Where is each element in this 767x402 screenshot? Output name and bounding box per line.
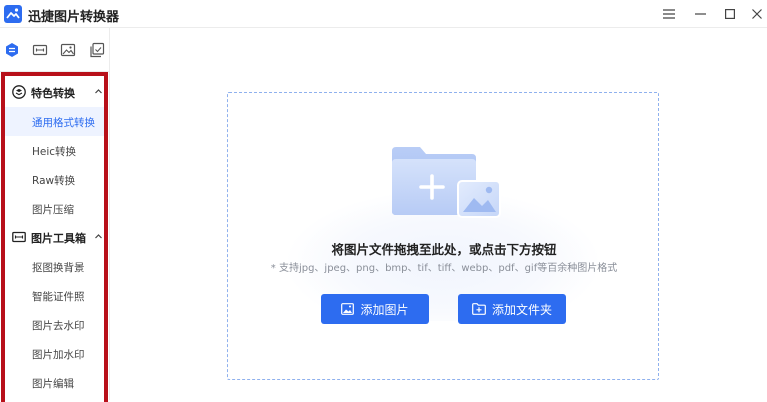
- menu-item-label: 抠图换背景: [32, 262, 85, 274]
- image-icon: [341, 303, 355, 315]
- menu-item-label: 图片加水印: [32, 349, 85, 361]
- menu-item-cutout[interactable]: 抠图换背景: [5, 252, 104, 281]
- app-title: 迅捷图片转换器: [28, 10, 120, 25]
- group-label: 图片工具箱: [31, 232, 86, 245]
- menu-item-compress[interactable]: 图片压缩: [5, 194, 104, 223]
- app-logo-icon: [4, 5, 22, 23]
- menu-item-label: Heic转换: [32, 146, 77, 158]
- close-icon[interactable]: [746, 4, 767, 24]
- tool-tabs: [0, 28, 110, 72]
- title-bar: 迅捷图片转换器: [0, 0, 767, 28]
- menu-item-raw[interactable]: Raw转换: [5, 165, 104, 194]
- add-image-label: 添加图片: [360, 302, 409, 317]
- ruler-icon[interactable]: [32, 42, 48, 58]
- minimize-icon[interactable]: [689, 4, 711, 24]
- add-folder-label: 添加文件夹: [491, 302, 552, 317]
- drop-title: 将图片文件拖拽至此处，或点击下方按钮: [331, 242, 557, 257]
- image-icon[interactable]: [60, 42, 76, 58]
- toolbox-icon: [12, 231, 26, 243]
- menu-item-label: 图片去水印: [32, 320, 85, 332]
- chevron-up-icon: [95, 234, 102, 239]
- menu-item-label: 通用格式转换: [32, 117, 95, 129]
- layers-circle-icon: [12, 85, 26, 99]
- drop-zone[interactable]: 将图片文件拖拽至此处，或点击下方按钮 * 支持jpg、jpeg、png、bmp、…: [227, 92, 659, 380]
- menu-item-heic[interactable]: Heic转换: [5, 136, 104, 165]
- group-special-convert[interactable]: 特色转换: [5, 78, 104, 106]
- menu-item-id-photo[interactable]: 智能证件照: [5, 281, 104, 310]
- supported-formats-hint: * 支持jpg、jpeg、png、bmp、tif、tiff、webp、pdf、g…: [270, 263, 618, 274]
- add-folder-button[interactable]: 添加文件夹: [458, 294, 566, 324]
- menu-item-label: 图片压缩: [32, 204, 74, 216]
- menu-item-add-watermark[interactable]: 图片加水印: [5, 339, 104, 368]
- folder-add-image-icon: [392, 147, 501, 218]
- convert-icon[interactable]: [4, 42, 20, 58]
- maximize-icon[interactable]: [719, 4, 741, 24]
- menu-icon[interactable]: [658, 4, 680, 24]
- folder-plus-icon: [472, 303, 486, 315]
- menu-item-remove-watermark[interactable]: 图片去水印: [5, 310, 104, 339]
- menu-item-edit[interactable]: 图片编辑: [5, 368, 104, 397]
- chevron-up-icon: [95, 89, 102, 94]
- group-label: 特色转换: [31, 87, 75, 100]
- feature-menu: 特色转换 通用格式转换 Heic转换 Raw转换 图片压缩 图片工具箱 抠图换背…: [1, 72, 108, 402]
- menu-item-general-convert[interactable]: 通用格式转换: [5, 107, 104, 136]
- group-image-toolbox[interactable]: 图片工具箱: [5, 223, 104, 251]
- menu-item-label: 智能证件照: [32, 291, 85, 303]
- main-content: 将图片文件拖拽至此处，或点击下方按钮 * 支持jpg、jpeg、png、bmp、…: [111, 28, 767, 400]
- sidebar: 特色转换 通用格式转换 Heic转换 Raw转换 图片压缩 图片工具箱 抠图换背…: [0, 28, 110, 402]
- menu-item-label: 图片编辑: [32, 378, 74, 390]
- layers-icon[interactable]: [89, 42, 105, 58]
- menu-item-label: Raw转换: [32, 175, 76, 187]
- add-image-button[interactable]: 添加图片: [321, 294, 429, 324]
